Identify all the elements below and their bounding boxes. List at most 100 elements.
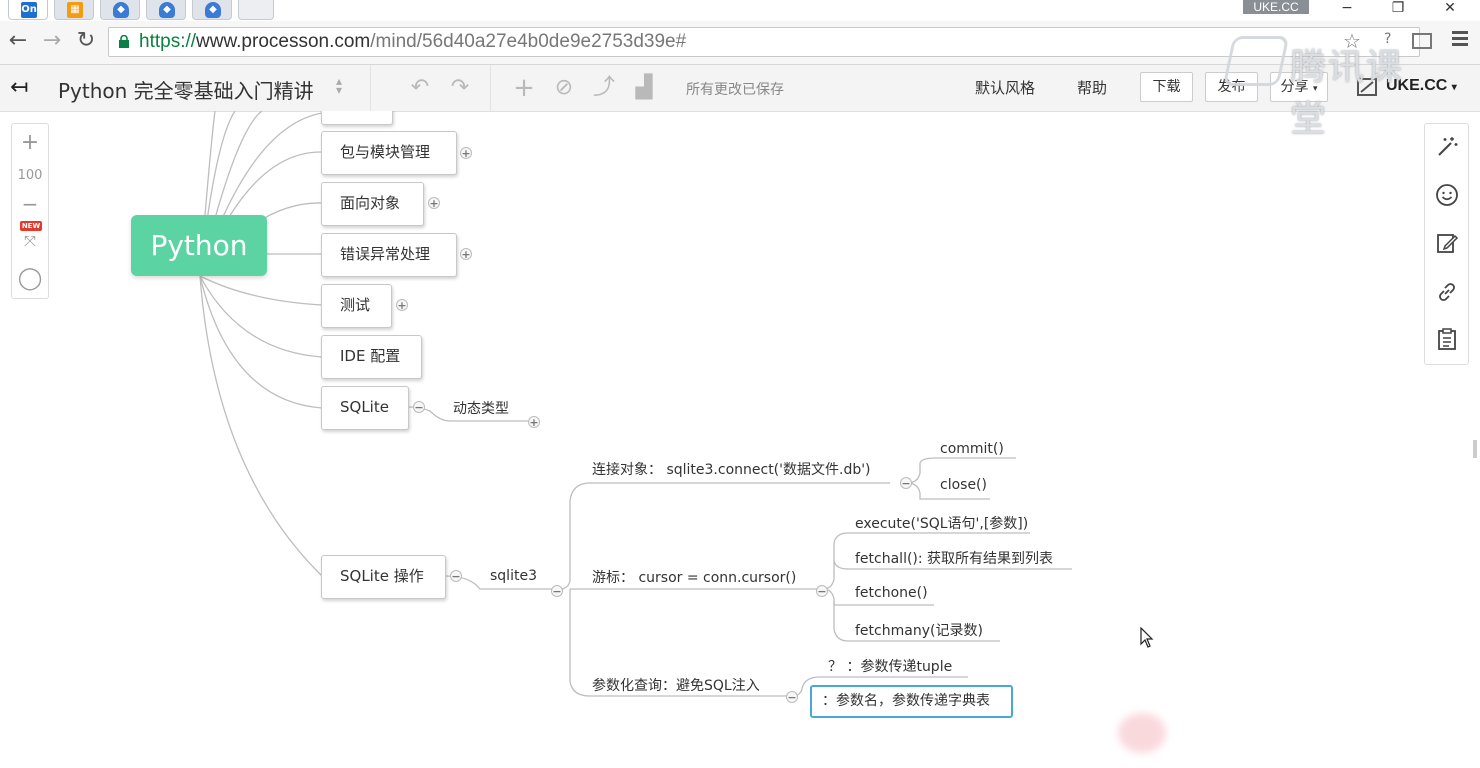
orange-app-icon: ▦ [67, 2, 83, 18]
download-button[interactable]: 下载 [1140, 72, 1193, 102]
mindmap-node-sqlite-ops[interactable]: SQLite 操作 [321, 555, 446, 599]
browser-tab-5[interactable]: ◆ [192, 0, 232, 20]
url-text: https://www.processon.com/mind/56d40a27e… [139, 31, 687, 52]
collapse-node-icon[interactable]: − [413, 401, 425, 414]
publish-button[interactable]: 发布 [1205, 72, 1258, 102]
mindmap-connectors [199, 111, 1072, 697]
browser-address-bar: ← → ↻ https://www.processon.com/mind/56d… [0, 21, 1480, 65]
mindmap-subnode-dynamic-type[interactable]: 动态类型 [453, 398, 509, 418]
mindmap-subnode-sqlite3[interactable]: sqlite3 [490, 568, 537, 584]
document-title[interactable]: Python 完全零基础入门精讲 [58, 75, 314, 104]
bookmark-star-icon[interactable]: ☆ [1343, 29, 1361, 53]
undo-icon[interactable]: ↶ [408, 76, 432, 100]
mindmap-canvas[interactable]: Python 包与模块管理 + 面向对象 + 错误异常处理 + 测试 + IDE… [0, 111, 1480, 768]
magic-wand-icon[interactable] [1435, 135, 1459, 159]
editor-toolbar: ↤ Python 完全零基础入门精讲 ▴ ▾ ↶ ↷ + ⊘ ⤴ ▟ 所有更改已保… [0, 65, 1480, 112]
zoom-level: 100 [17, 168, 43, 183]
structure-icon[interactable]: ⤧ [12, 232, 48, 250]
collapse-node-icon[interactable]: − [816, 585, 828, 598]
mindmap-leaf-commit[interactable]: commit() [940, 441, 1004, 457]
link-icon[interactable] [1435, 280, 1459, 304]
username: UKE.CC [1386, 77, 1448, 94]
mindmap-node-hidden[interactable] [321, 111, 393, 125]
zoom-in-icon[interactable]: + [12, 130, 48, 155]
browser-tab-processon[interactable]: On [8, 0, 48, 20]
shield-tab-icon: ◆ [113, 2, 129, 18]
help-extension-icon[interactable]: ? [1384, 31, 1391, 47]
clipboard-icon[interactable] [1435, 327, 1459, 351]
back-icon[interactable]: ← [6, 29, 30, 53]
mindmap-subnode-cursor[interactable]: 游标： cursor = conn.cursor() [592, 567, 796, 587]
browser-tab-3[interactable]: ◆ [100, 0, 140, 20]
user-avatar-icon[interactable] [1356, 76, 1378, 98]
mindmap-leaf-tuple-param[interactable]: ？ ：参数传递tuple [828, 656, 952, 676]
right-tool-panel [1424, 123, 1469, 365]
collapse-node-icon[interactable]: − [900, 477, 912, 490]
canvas-scrollbar[interactable] [1473, 440, 1477, 458]
browser-menu-icon[interactable] [1452, 31, 1468, 47]
mindmap-leaf-close[interactable]: close() [940, 477, 987, 493]
mindmap-leaf-fetchmany[interactable]: fetchmany(记录数) [855, 620, 983, 640]
back-to-files-icon[interactable]: ↤ [10, 75, 28, 100]
extension-icon[interactable] [1412, 33, 1432, 49]
note-edit-icon[interactable] [1435, 231, 1459, 255]
share-button[interactable]: 分享 ▾ [1270, 72, 1328, 102]
new-tab-button[interactable] [238, 0, 274, 20]
url-input[interactable]: https://www.processon.com/mind/56d40a27e… [108, 27, 1420, 57]
expand-node-icon[interactable]: + [428, 197, 440, 210]
format-painter-icon[interactable]: ▟ [632, 76, 656, 100]
expand-node-icon[interactable]: + [460, 147, 472, 160]
toolbar-divider [370, 65, 371, 111]
chevron-down-icon: ▾ [1312, 84, 1318, 94]
on-logo-icon: On [21, 2, 37, 18]
lock-icon [119, 35, 129, 48]
shield-tab-icon: ◆ [205, 2, 221, 18]
mindmap-node-packages[interactable]: 包与模块管理 [321, 131, 457, 175]
emoji-icon[interactable] [1435, 183, 1459, 207]
shield-tab-icon: ◆ [159, 2, 175, 18]
expand-node-icon[interactable]: + [396, 299, 408, 312]
mindmap-node-exceptions[interactable]: 错误异常处理 [321, 233, 457, 277]
save-status: 所有更改已保存 [686, 82, 784, 98]
browser-tab-2[interactable]: ▦ [54, 0, 94, 20]
close-window-button[interactable]: ✕ [1430, 0, 1470, 18]
forward-icon[interactable]: → [40, 29, 64, 53]
cursor-highlight [1118, 713, 1166, 753]
mindmap-root-node[interactable]: Python [131, 215, 267, 276]
title-expand-icon[interactable]: ▴ ▾ [336, 75, 342, 96]
browser-tab-4[interactable]: ◆ [146, 0, 186, 20]
mindmap-node-testing[interactable]: 测试 [321, 284, 392, 328]
redo-icon[interactable]: ↷ [448, 76, 472, 100]
add-topic-icon[interactable]: + [512, 75, 536, 101]
mouse-pointer-icon [1140, 627, 1154, 648]
collapse-node-icon[interactable]: − [551, 585, 563, 598]
link-relation-icon[interactable]: ⤴ [592, 76, 616, 100]
minimize-button[interactable]: − [1327, 0, 1367, 18]
expand-node-icon[interactable]: + [528, 416, 540, 429]
browser-tab-strip: On ▦ ◆ ◆ ◆ UKE.CC − ❐ ✕ [0, 0, 1480, 21]
username-menu[interactable]: UKE.CC ▾ [1386, 77, 1457, 95]
mindmap-leaf-fetchone[interactable]: fetchone() [855, 585, 928, 601]
mindmap-node-sqlite[interactable]: SQLite [321, 386, 409, 430]
collapse-node-icon[interactable]: − [450, 570, 462, 583]
delete-topic-icon[interactable]: ⊘ [552, 76, 576, 100]
mindmap-node-oop[interactable]: 面向对象 [321, 182, 424, 226]
reload-icon[interactable]: ↻ [74, 29, 98, 53]
collapse-node-icon[interactable]: − [786, 691, 798, 704]
mindmap-leaf-named-param-selected[interactable]: ：参数名，参数传递字典表 [810, 685, 1013, 718]
mindmap-node-ide[interactable]: IDE 配置 [321, 335, 422, 379]
mindmap-subnode-param-query[interactable]: 参数化查询：避免SQL注入 [592, 675, 760, 695]
restore-button[interactable]: ❐ [1378, 0, 1418, 18]
zoom-out-icon[interactable]: − [12, 192, 48, 216]
mindmap-leaf-fetchall[interactable]: fetchall(): 获取所有结果到列表 [855, 548, 1053, 568]
new-badge: NEW [20, 221, 42, 231]
mindmap-leaf-execute[interactable]: execute('SQL语句',[参数]) [855, 513, 1028, 533]
theme-style-link[interactable]: 默认风格 [975, 77, 1035, 98]
expand-node-icon[interactable]: + [460, 248, 472, 261]
help-link[interactable]: 帮助 [1077, 77, 1107, 98]
toolbar-divider [490, 65, 491, 111]
chevron-down-icon: ▾ [1451, 82, 1457, 93]
browser-user-badge[interactable]: UKE.CC [1243, 0, 1309, 14]
fit-view-icon[interactable]: ◯ [12, 266, 48, 291]
mindmap-subnode-connect[interactable]: 连接对象： sqlite3.connect('数据文件.db') [592, 459, 871, 479]
